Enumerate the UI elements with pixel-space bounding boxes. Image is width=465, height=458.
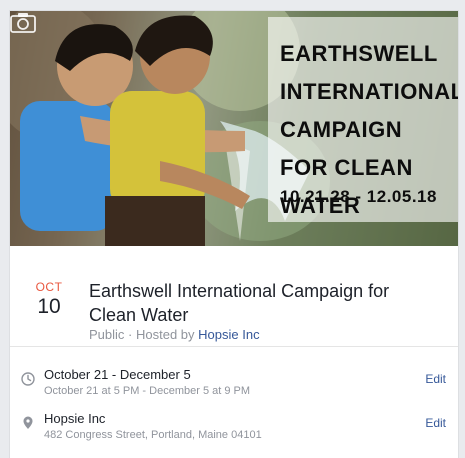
location-pin-icon <box>23 416 33 429</box>
event-date-range: October 21 - December 5 <box>44 367 191 382</box>
event-card: EARTHSWELL INTERNATIONAL CAMPAIGN FOR CL… <box>9 10 459 458</box>
event-day: 10 <box>37 295 61 318</box>
host-link[interactable]: Hopsie Inc <box>198 327 259 342</box>
event-time-range: October 21 at 5 PM - December 5 at 9 PM <box>44 385 251 397</box>
event-time-row: October 21 - December 5 October 21 at 5 … <box>10 364 458 414</box>
event-header: OCT 10 Earthswell International Campaign… <box>10 246 458 347</box>
event-privacy: Public <box>89 327 125 342</box>
poster-dates: 10.21.28 - 12.05.18 <box>280 187 437 206</box>
event-month: OCT <box>35 280 63 294</box>
cover-poster-overlay: EARTHSWELL INTERNATIONAL CAMPAIGN FOR CL… <box>268 17 458 222</box>
edit-location-link[interactable]: Edit <box>425 416 446 430</box>
location-address: 482 Congress Street, Portland, Maine 041… <box>44 429 262 441</box>
meta-separator: · <box>128 327 136 342</box>
event-meta: Public · Hosted by Hopsie Inc <box>89 327 260 342</box>
event-date-badge: OCT 10 <box>32 280 66 320</box>
event-title: Earthswell International Campaign for Cl… <box>89 281 390 325</box>
clock-icon <box>21 372 35 386</box>
camera-icon[interactable] <box>10 11 36 33</box>
hosted-by-label: Hosted by <box>136 327 195 342</box>
event-cover-photo[interactable]: EARTHSWELL INTERNATIONAL CAMPAIGN FOR CL… <box>10 11 458 246</box>
event-location-row: Hopsie Inc 482 Congress Street, Portland… <box>10 408 458 458</box>
edit-time-link[interactable]: Edit <box>425 372 446 386</box>
location-name[interactable]: Hopsie Inc <box>44 411 105 427</box>
